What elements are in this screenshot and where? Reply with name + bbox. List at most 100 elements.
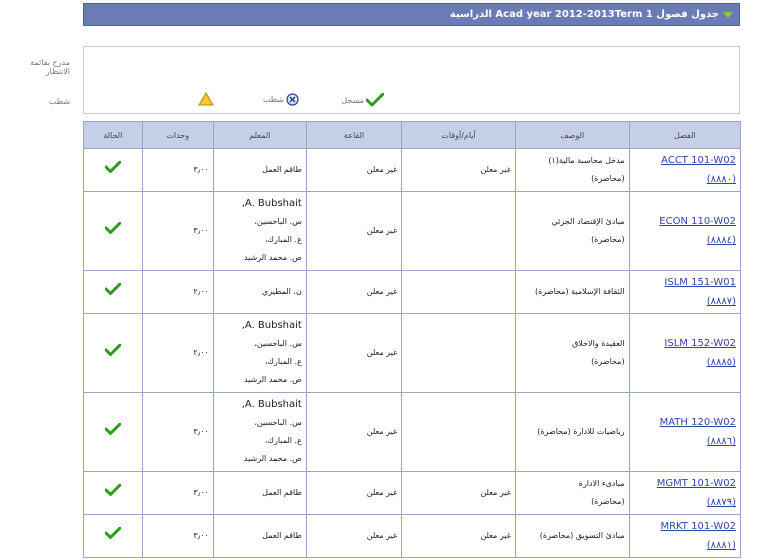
days-times-cell	[401, 313, 516, 393]
collapse-triangle-icon[interactable]	[723, 11, 733, 18]
description-cell: مدخل محاسبة مالية(١) (محاضرة)	[514, 148, 630, 192]
class-link[interactable]: ISLM 151-W01	[634, 273, 736, 292]
x-circle-icon	[286, 93, 299, 106]
instructor-line: طاقم العمل	[262, 531, 302, 540]
check-icon	[104, 343, 122, 356]
class-cell: ISLM 152-W02 (٨٨٨٥)	[628, 313, 742, 393]
days-times-cell: غير معلن	[401, 514, 516, 558]
instructor-line: س. الباحسين،	[254, 217, 302, 226]
status-cell	[83, 270, 143, 314]
dropped-side-label: شطب	[48, 97, 70, 106]
class-link[interactable]: MGMT 101-W02	[634, 474, 736, 493]
legend-box: مسجل شطب	[83, 46, 740, 114]
schedule-title: جدول فصول Acad year 2012-2013Term 1 الدر…	[449, 9, 719, 20]
class-link[interactable]: MRKT 101-W02	[634, 517, 736, 536]
table-row: MGMT 101-W02 (٨٨٧٩) مبادىء الادارة (محاض…	[83, 471, 742, 515]
class-link[interactable]: ACCT 101-W02	[634, 151, 736, 170]
table-row: MATH 120-W02 (٨٨٨٦) رياضيات للادارة (محا…	[83, 392, 742, 472]
col-status: الحالة	[83, 121, 143, 149]
legend-enrolled: مسجل	[341, 93, 384, 107]
legend-enrolled-label: مسجل	[341, 95, 364, 105]
instructor-line: A. Bubshait,	[241, 320, 302, 331]
description-line: الثقافة الإسلامية (محاضرة)	[535, 287, 625, 296]
description-cell: مبادئ الإقتصاد الجزئي (محاضرة)	[514, 191, 630, 271]
room-cell: غير معلن	[305, 392, 403, 472]
room-cell: غير معلن	[305, 514, 403, 558]
description-cell: مبادئ التسويق (محاضرة)	[514, 514, 630, 558]
instructor-cell: طاقم العمل	[212, 471, 307, 515]
col-instructor: المعلم	[212, 121, 307, 149]
class-number-link[interactable]: (٨٨٨٠)	[634, 170, 736, 189]
class-cell: ACCT 101-W02 (٨٨٨٠)	[628, 148, 742, 192]
status-cell	[83, 392, 143, 472]
days-times-cell: غير معلن	[401, 148, 516, 192]
table-row: ACCT 101-W02 (٨٨٨٠) مدخل محاسبة مالية(١)…	[83, 148, 742, 192]
room-cell: غير معلن	[305, 471, 403, 515]
instructor-line: ع. المبارك،	[264, 357, 302, 366]
description-line: مبادئ الإقتصاد الجزئي	[551, 217, 625, 226]
col-room: القاعة	[305, 121, 403, 149]
class-cell: MRKT 101-W02 (٨٨٨١)	[628, 514, 742, 558]
room-cell: غير معلن	[305, 313, 403, 393]
description-line: (محاضرة)	[591, 174, 625, 183]
table-row: ISLM 152-W02 (٨٨٨٥) العقيدة والاخلاق (مح…	[83, 313, 742, 393]
table-row: MRKT 101-W02 (٨٨٨١) مبادئ التسويق (محاضر…	[83, 514, 742, 558]
table-row: ECON 110-W02 (٨٨٨٤) مبادئ الإقتصاد الجزئ…	[83, 191, 742, 271]
description-line: مبادئ التسويق (محاضرة)	[539, 531, 625, 540]
col-days-times: أيام/أوقات	[401, 121, 516, 149]
instructor-line: ص. محمد الرشيد	[243, 375, 302, 384]
class-number-link[interactable]: (٨٨٨٦)	[634, 432, 736, 451]
description-cell: الثقافة الإسلامية (محاضرة)	[514, 270, 630, 314]
check-icon	[104, 483, 122, 496]
description-cell: العقيدة والاخلاق (محاضرة)	[514, 313, 630, 393]
days-times-cell	[401, 270, 516, 314]
check-icon	[104, 282, 122, 295]
status-cell	[83, 148, 143, 192]
class-link[interactable]: ISLM 152-W02	[634, 334, 736, 353]
class-cell: ISLM 151-W01 (٨٨٨٧)	[628, 270, 742, 314]
description-line: (محاضرة)	[591, 357, 625, 366]
days-times-cell: غير معلن	[401, 471, 516, 515]
class-number-link[interactable]: (٨٨٧٩)	[634, 493, 736, 512]
description-cell: رياضيات للادارة (محاضرة)	[514, 392, 630, 472]
room-cell: غير معلن	[305, 148, 403, 192]
instructor-line: ع. المبارك،	[264, 235, 302, 244]
days-times-cell	[401, 392, 516, 472]
instructor-line: طاقم العمل	[262, 488, 302, 497]
instructor-line: ص. محمد الرشيد	[243, 253, 302, 262]
units-cell: ٣٫٠٠	[141, 392, 214, 472]
units-cell: ٣٫٠٠	[141, 148, 214, 192]
class-number-link[interactable]: (٨٨٨٧)	[634, 292, 736, 311]
check-icon	[366, 93, 384, 107]
table-header-row: الفصل الوصف أيام/أوقات القاعة المعلم وحد…	[83, 121, 742, 149]
schedule-header[interactable]: جدول فصول Acad year 2012-2013Term 1 الدر…	[83, 3, 740, 26]
instructor-line: ن. المطيري	[261, 287, 302, 296]
instructor-cell: A. Bubshait, س. الباحسين، ع. المبارك، ص.…	[212, 313, 307, 393]
class-cell: MATH 120-W02 (٨٨٨٦)	[628, 392, 742, 472]
class-link[interactable]: MATH 120-W02	[634, 413, 736, 432]
instructor-line: ص. محمد الرشيد	[243, 454, 302, 463]
class-number-link[interactable]: (٨٨٨١)	[634, 536, 736, 555]
legend-dropped: شطب	[263, 93, 299, 106]
description-line: رياضيات للادارة (محاضرة)	[537, 427, 625, 436]
instructor-cell: A. Bubshait, س. الباحسين، ع. المبارك، ص.…	[212, 191, 307, 271]
class-number-link[interactable]: (٨٨٨٤)	[634, 231, 736, 250]
instructor-cell: طاقم العمل	[212, 514, 307, 558]
status-cell	[83, 191, 143, 271]
instructor-line: س. الباحسين،	[254, 339, 302, 348]
days-times-cell	[401, 191, 516, 271]
units-cell: ٣٫٠٠	[141, 471, 214, 515]
waitlist-side-label: مدرج بقائمة الانتظار	[30, 58, 70, 76]
instructor-cell: طاقم العمل	[212, 148, 307, 192]
class-link[interactable]: ECON 110-W02	[634, 212, 736, 231]
units-cell: ٣٫٠٠	[141, 191, 214, 271]
schedule-table: الفصل الوصف أيام/أوقات القاعة المعلم وحد…	[83, 121, 742, 558]
class-number-link[interactable]: (٨٨٨٥)	[634, 353, 736, 372]
description-line: (محاضرة)	[591, 497, 625, 506]
legend-waitlist	[198, 92, 214, 106]
instructor-line: A. Bubshait,	[241, 399, 302, 410]
description-line: مبادىء الادارة	[578, 479, 625, 488]
class-cell: MGMT 101-W02 (٨٨٧٩)	[628, 471, 742, 515]
class-cell: ECON 110-W02 (٨٨٨٤)	[628, 191, 742, 271]
col-description: الوصف	[514, 121, 630, 149]
